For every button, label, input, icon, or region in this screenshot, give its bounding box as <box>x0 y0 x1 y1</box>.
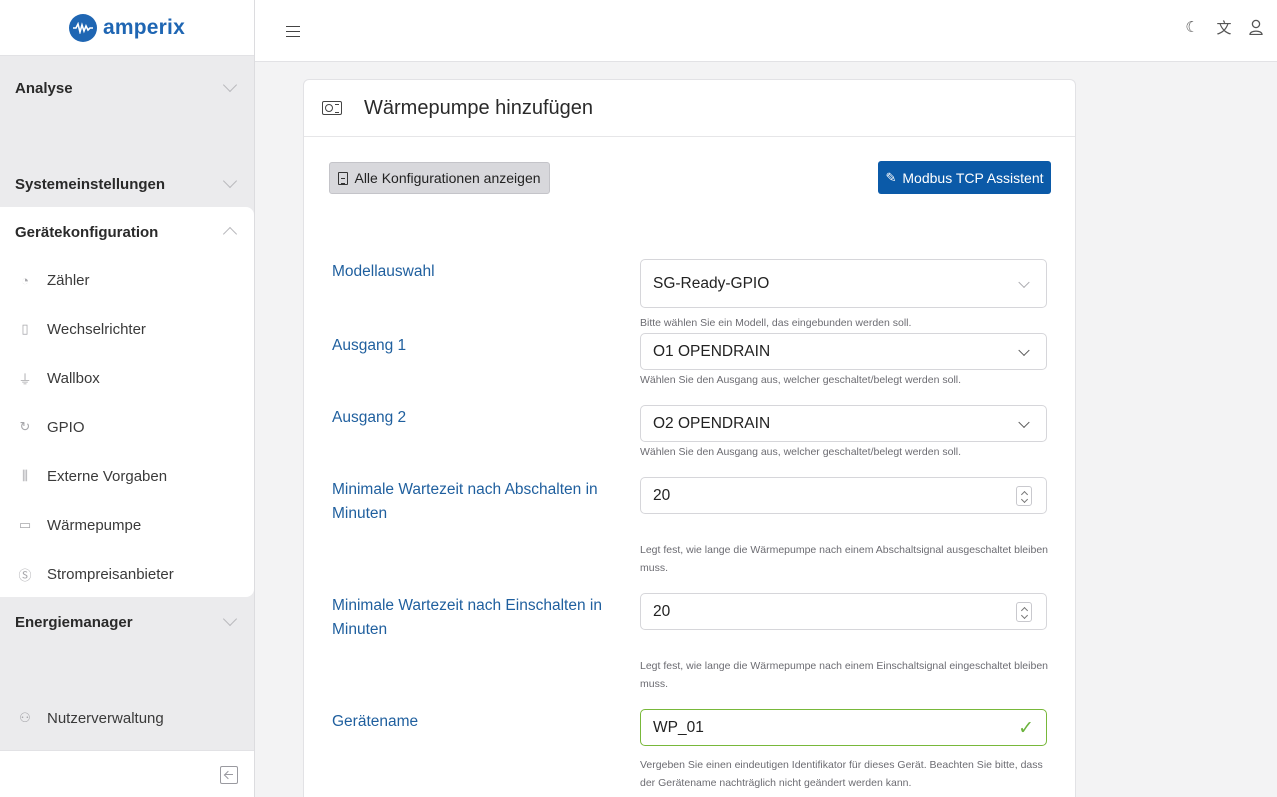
show-all-configs-button[interactable]: Alle Konfigurationen anzeigen <box>329 162 550 194</box>
chevron-down-icon <box>222 611 238 627</box>
output1-help: Wählen Sie den Ausgang aus, welcher gesc… <box>640 374 962 386</box>
chevron-down-icon <box>222 173 238 189</box>
sidebar: amperix Analyse Systemeinstellungen Gerä… <box>0 0 255 797</box>
sidebar-item-strompreisanbieter[interactable]: Ⓢ Strompreisanbieter <box>0 557 254 591</box>
check-icon: ✓ <box>1018 718 1034 739</box>
min-off-input[interactable]: 20 <box>640 477 1047 514</box>
sidebar-item-label: Nutzerverwaltung <box>47 709 164 727</box>
min-on-input[interactable]: 20 <box>640 593 1047 630</box>
user-icon[interactable] <box>1247 17 1265 37</box>
device-name-value: WP_01 <box>653 718 704 736</box>
translate-icon[interactable]: 文 <box>1215 17 1233 37</box>
dark-mode-icon[interactable]: ☾ <box>1183 17 1201 37</box>
chevron-down-icon <box>1018 416 1030 428</box>
number-stepper[interactable] <box>1016 486 1032 506</box>
nav-section-analyse[interactable]: Analyse <box>0 68 254 108</box>
output1-label: Ausgang 1 <box>332 337 407 354</box>
dollar-icon: Ⓢ <box>18 567 32 583</box>
heat-pump-card: Wärmepumpe hinzufügen Alle Konfiguration… <box>303 79 1076 797</box>
model-help: Bitte wählen Sie ein Modell, das eingebu… <box>640 317 912 329</box>
nav-section-energiemanager[interactable]: Energiemanager <box>0 602 254 642</box>
device-name-help: Vergeben Sie einen eindeutigen Identifik… <box>640 759 1043 789</box>
sidebar-item-zaehler[interactable]: ◔ Zähler <box>0 263 254 297</box>
sidebar-item-label: Strompreisanbieter <box>47 565 174 583</box>
sidebar-footer <box>0 750 254 797</box>
sidebar-item-nutzerverwaltung[interactable]: ⚇ Nutzerverwaltung <box>0 701 254 735</box>
sidebar-item-label: Wechselrichter <box>47 320 146 338</box>
users-icon: ⚇ <box>19 710 31 725</box>
model-value: SG-Ready-GPIO <box>653 274 770 292</box>
output1-select[interactable]: O1 OPENDRAIN <box>640 333 1047 370</box>
chevron-down-icon <box>1018 344 1030 356</box>
modbus-assistant-button[interactable]: ✎ Modbus TCP Assistent <box>878 161 1051 194</box>
sidebar-item-wallbox[interactable]: ⏚ Wallbox <box>0 361 254 395</box>
output2-select[interactable]: O2 OPENDRAIN <box>640 405 1047 442</box>
page-title: Wärmepumpe hinzufügen <box>364 96 594 119</box>
sidebar-item-label: Wärmepumpe <box>47 516 142 534</box>
nav-section-label: Energiemanager <box>15 613 133 631</box>
heat-pump-icon <box>322 101 342 115</box>
nav-section-geraetekonfiguration[interactable]: Gerätekonfiguration <box>0 212 254 252</box>
document-icon <box>338 171 349 185</box>
menu-toggle-icon[interactable] <box>286 26 300 37</box>
sidebar-item-label: Externe Vorgaben <box>47 467 168 485</box>
plug-icon: ⏚ <box>18 371 32 387</box>
logo[interactable]: amperix <box>69 13 185 42</box>
logo-text: amperix <box>103 15 185 39</box>
nav-section-label: Gerätekonfiguration <box>15 223 159 241</box>
sidebar-item-label: Zähler <box>47 271 90 289</box>
sidebar-item-label: Wallbox <box>47 369 100 387</box>
output2-label: Ausgang 2 <box>332 409 407 426</box>
sidebar-item-wechselrichter[interactable]: ▯ Wechselrichter <box>0 312 254 346</box>
scrollbar[interactable] <box>1271 62 1277 797</box>
chevron-up-icon <box>222 226 238 242</box>
model-label: Modellauswahl <box>332 263 435 280</box>
collapse-sidebar-icon[interactable] <box>220 766 238 784</box>
gauge-icon: ◔ <box>21 272 29 288</box>
device-name-input[interactable]: WP_01 ✓ <box>640 709 1047 746</box>
topbar: ☾ 文 <box>255 0 1277 62</box>
nav-section-label: Analyse <box>15 79 73 97</box>
sidebar-item-waermepumpe[interactable]: ▭ Wärmepumpe <box>0 508 254 542</box>
min-on-label: Minimale Wartezeit nach Einschalten in M… <box>332 597 602 638</box>
min-off-value: 20 <box>653 486 671 504</box>
heat-pump-icon: ▭ <box>18 517 32 532</box>
logo-wave-icon <box>69 13 98 42</box>
nav-section-systemeinstellungen[interactable]: Systemeinstellungen <box>0 164 254 204</box>
topbar-actions: ☾ 文 <box>1183 17 1265 37</box>
device-name-label: Gerätename <box>332 713 419 730</box>
nav-section-label: Systemeinstellungen <box>15 175 166 193</box>
min-on-help: Legt fest, wie lange die Wärmepumpe nach… <box>640 660 1048 690</box>
card-header: Wärmepumpe hinzufügen <box>304 80 1075 137</box>
logo-bar: amperix <box>0 0 254 56</box>
sidebar-item-externe-vorgaben[interactable]: ⫼ Externe Vorgaben <box>0 459 254 493</box>
model-select[interactable]: SG-Ready-GPIO <box>640 259 1047 308</box>
output2-value: O2 OPENDRAIN <box>653 414 771 432</box>
output1-value: O1 OPENDRAIN <box>653 342 771 360</box>
button-label: Modbus TCP Assistent <box>902 169 1044 186</box>
refresh-icon: ↻ <box>19 419 31 434</box>
button-label: Alle Konfigurationen anzeigen <box>354 170 541 186</box>
min-off-label: Minimale Wartezeit nach Abschalten in Mi… <box>332 481 598 522</box>
number-stepper[interactable] <box>1016 602 1032 622</box>
sidebar-item-label: GPIO <box>47 418 85 436</box>
min-on-value: 20 <box>653 602 671 620</box>
chevron-down-icon <box>1018 276 1030 288</box>
output2-help: Wählen Sie den Ausgang aus, welcher gesc… <box>640 446 962 458</box>
sliders-icon: ⫼ <box>22 468 28 483</box>
inverter-icon: ▯ <box>21 321 29 336</box>
min-off-help: Legt fest, wie lange die Wärmepumpe nach… <box>640 544 1048 574</box>
chevron-down-icon <box>222 77 238 93</box>
sidebar-item-gpio[interactable]: ↻ GPIO <box>0 410 254 444</box>
pen-icon: ✎ <box>885 169 897 185</box>
